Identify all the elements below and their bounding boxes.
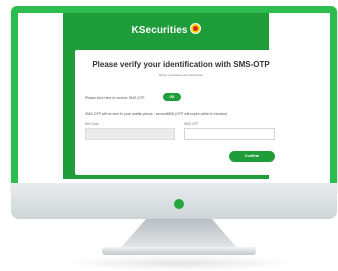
app-logo: KSecurities (63, 22, 269, 36)
monitor-stand-neck (120, 219, 238, 249)
dialog-title: Please verify your identification with S… (92, 60, 270, 69)
logo-text: KSecurities (131, 25, 188, 36)
monitor-illustration: KSecurities Please verify your identific… (0, 0, 338, 271)
confirm-button[interactable]: Confirm (229, 151, 275, 162)
request-otp-ok-button[interactable]: OK (163, 93, 181, 101)
dialog-subtitle: before processing the transaction (158, 73, 204, 77)
power-indicator-icon (174, 199, 184, 209)
request-otp-instruction: Please click here to receive SMS-OTP (85, 96, 145, 100)
stand-shadow (60, 255, 300, 271)
otp-notice-text: SMS-OTP will be sent to your mobile phon… (85, 112, 227, 116)
emblem-icon (189, 23, 201, 34)
sms-otp-input[interactable] (184, 128, 275, 140)
ref-code-label: Ref Code (85, 122, 99, 126)
ref-code-field (85, 128, 175, 140)
sms-otp-label: SMS-OTP (184, 122, 199, 126)
monitor-stand-base (102, 247, 256, 255)
